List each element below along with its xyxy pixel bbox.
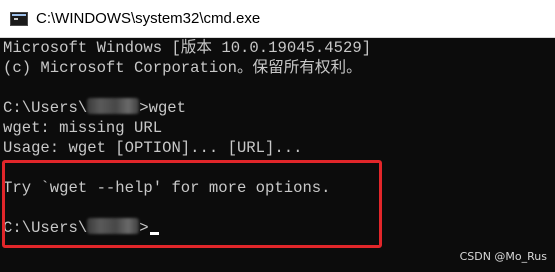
cmd-window: C:\WINDOWS\system32\cmd.exe Microsoft Wi… <box>0 0 555 272</box>
console-version-line: Microsoft Windows [版本 10.0.19045.4529] <box>3 39 372 57</box>
console-prompt-line: C:\Users\ >wget <box>3 98 186 118</box>
prompt-path: C:\Users\ <box>3 99 88 117</box>
prompt-command: >wget <box>139 99 187 117</box>
title-bar[interactable]: C:\WINDOWS\system32\cmd.exe <box>0 0 555 38</box>
prompt-path: C:\Users\ <box>3 219 88 237</box>
window-title: C:\WINDOWS\system32\cmd.exe <box>36 10 261 27</box>
text-cursor <box>149 232 159 235</box>
redacted-username <box>87 218 140 234</box>
console-input-prompt-line[interactable]: C:\Users\ > <box>3 218 159 238</box>
console-output-area[interactable]: Microsoft Windows [版本 10.0.19045.4529] (… <box>0 38 555 272</box>
cmd-console-icon <box>10 11 28 26</box>
console-error-line: wget: missing URL <box>3 119 163 137</box>
redacted-username <box>87 98 140 114</box>
console-help-hint-line: Try `wget --help' for more options. <box>3 179 331 197</box>
prompt-symbol: > <box>139 219 149 237</box>
console-usage-line: Usage: wget [OPTION]... [URL]... <box>3 139 303 157</box>
console-copyright-line: (c) Microsoft Corporation。保留所有权利。 <box>3 59 362 77</box>
csdn-watermark: CSDN @Mo_Rus <box>459 250 547 263</box>
